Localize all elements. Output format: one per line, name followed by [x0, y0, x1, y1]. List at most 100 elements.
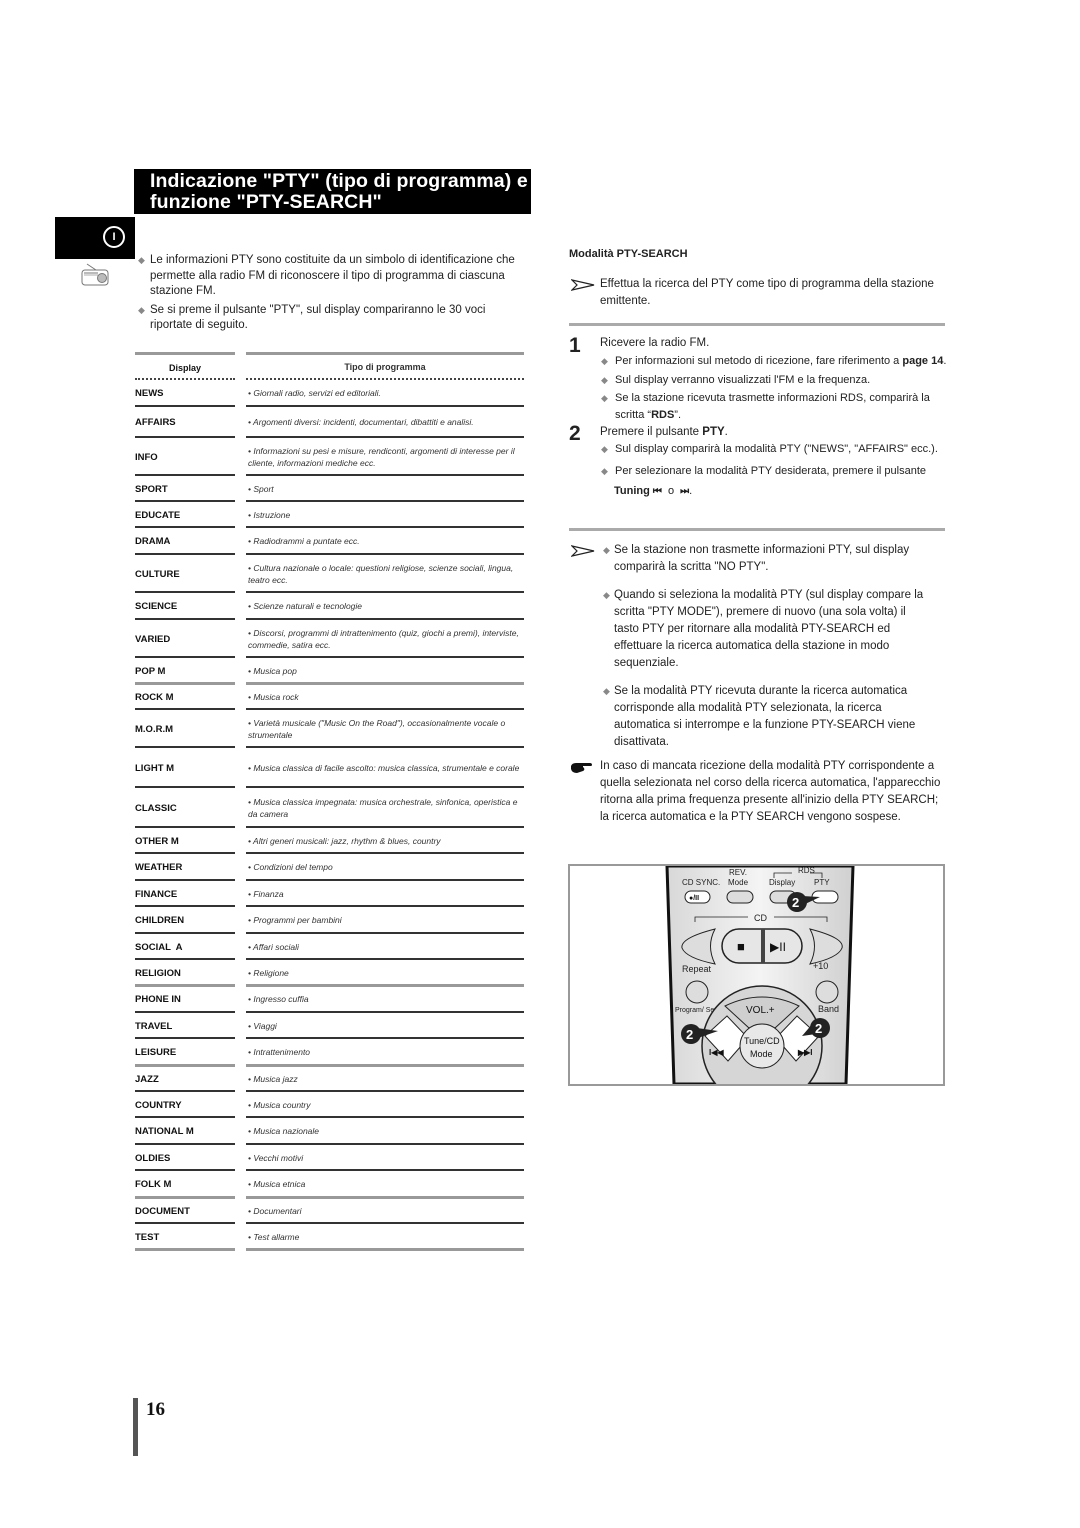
tuning-label: Tuning [614, 485, 650, 497]
table-row: TRAVEL • Viaggi [135, 1013, 524, 1039]
play-pause-icon: ▶II [770, 940, 786, 954]
rev-mode-button[interactable] [726, 890, 754, 904]
table-row: SOCIAL A • Affari sociali [135, 934, 524, 960]
cd-label: CD [754, 913, 767, 923]
step-1: Ricevere la radio FM. ◆ Per informazioni… [600, 335, 950, 423]
display-code: FOLK M [135, 1179, 172, 1190]
program-type: • Informazioni su pesi e misure, rendico… [248, 445, 515, 469]
program-set-label: Program/ Set [675, 1007, 716, 1014]
arrow-note-icon [571, 279, 595, 291]
table-row: DRAMA • Radiodrammi a puntate ecc. [135, 528, 524, 555]
display-code: SPORT [135, 483, 168, 495]
table-row: JAZZ • Musica jazz [135, 1066, 524, 1092]
language-label: I [103, 226, 125, 248]
stop-play-buttons[interactable]: ■ ▶II [721, 928, 803, 964]
header-display: Display [168, 362, 201, 373]
arrow-note-icon [571, 545, 595, 557]
program-type: • Finanza [248, 888, 284, 899]
table-row: SCIENCE • Scienze naturali e tecnologie [135, 593, 524, 620]
repeat-label: Repeat [682, 964, 712, 974]
step-title: Premere il pulsante PTY. [600, 426, 728, 438]
program-type: • Musica country [248, 1099, 311, 1110]
display-code: CLASSIC [135, 802, 177, 814]
step-bullet: ◆ Sul display comparirà la modalità PTY … [599, 441, 945, 458]
display-code: VARIED [135, 633, 171, 645]
tuning-instruction: Tuning ⏮ o ⏭. [614, 485, 693, 497]
table-row: SPORT • Sport [135, 476, 524, 502]
display-code: LEISURE [135, 1047, 177, 1058]
svg-text:Mode: Mode [750, 1049, 773, 1059]
cd-sync-button[interactable]: ●/II [684, 890, 711, 904]
page-link[interactable]: page 14 [902, 355, 943, 367]
table-row: EDUCATE • Istruzione [135, 502, 524, 528]
diamond-bullet-icon: ◆ [601, 374, 608, 385]
display-code: TRAVEL [135, 1020, 173, 1032]
program-type: • Intrattenimento [248, 1047, 311, 1058]
diamond-bullet-icon: ◆ [601, 356, 608, 366]
display-code: COUNTRY [135, 1099, 182, 1111]
program-set-button[interactable] [685, 980, 709, 1004]
program-type: • Musica classica impegnata: musica orch… [248, 796, 518, 820]
table-row: TEST • Test allarme [135, 1224, 524, 1251]
mode-label: Mode [728, 878, 749, 887]
svg-text:●/II: ●/II [689, 895, 699, 902]
remote-control-illustration: CD SYNC. REV. Mode RDS Display PTY ●/II … [665, 866, 855, 1084]
intro-text: ◆ Le informazioni PTY sono costituite da… [138, 253, 528, 337]
diamond-bullet-icon: ◆ [138, 255, 145, 265]
display-code: PHONE IN [135, 994, 181, 1005]
table-row: CHILDREN • Programmi per bambini [135, 907, 524, 934]
table-row: RELIGION • Religione [135, 960, 524, 987]
program-type: • Religione [248, 967, 289, 978]
table-row: INFO • Informazioni su pesi e misure, ren… [135, 438, 524, 476]
svg-text:2: 2 [792, 895, 799, 910]
step-bullet: ◆ Se la stazione ricevuta trasmette info… [601, 392, 930, 421]
display-code: SOCIAL A [135, 941, 183, 953]
diamond-bullet-icon: ◆ [603, 590, 610, 600]
diamond-bullet-icon: ◆ [603, 686, 610, 696]
table-row: AFFAIRS • Argomenti diversi: incidenti, d… [135, 407, 524, 438]
title-banner: Indicazione "PTY" (tipo di programma) e … [134, 169, 531, 214]
step-bullet: ◆ Per selezionare la modalità PTY deside… [599, 463, 945, 480]
divider [569, 323, 945, 326]
display-code: DRAMA [135, 536, 171, 547]
program-type: • Musica rock [248, 691, 299, 702]
page-title-line-2: funzione "PTY-SEARCH" [150, 191, 382, 213]
table-header: Display Tipo di programma [135, 352, 524, 380]
table-row: NATIONAL M • Musica nazionale [135, 1118, 524, 1145]
table-row: CLASSIC • Musica classica impegnata: musi… [135, 788, 524, 828]
svg-text:Tune/CD: Tune/CD [744, 1036, 780, 1046]
diamond-bullet-icon: ◆ [601, 393, 608, 403]
display-code: CHILDREN [135, 915, 185, 926]
remote-control-figure: CD SYNC. REV. Mode RDS Display PTY ●/II … [568, 864, 945, 1086]
svg-text:2: 2 [815, 1021, 822, 1036]
skip-back-icon: ⏮ [652, 486, 662, 497]
diamond-bullet-icon: ◆ [601, 465, 608, 476]
cd-sync-label: CD SYNC. [682, 878, 720, 887]
table-row: LEISURE • Intrattenimento [135, 1039, 524, 1067]
table-row: OLDIES • Vecchi motivi [135, 1145, 524, 1171]
diamond-bullet-icon: ◆ [601, 444, 608, 454]
page-number: 16 [146, 1399, 165, 1420]
program-type: • Altri generi musicali: jazz, rhythm & … [248, 835, 441, 846]
program-type: • Discorsi, programmi di intrattenimento… [248, 627, 519, 651]
skip-forward-icon: ▶▶I [797, 1048, 813, 1057]
notes: ◆ Se la stazione non trasmette informazi… [569, 542, 929, 751]
table-row: LIGHT M • Musica classica di facile ascol… [135, 748, 524, 788]
pty-table: Display Tipo di programma NEWS • Giornali… [135, 352, 524, 1251]
step-number: 1 [569, 334, 581, 357]
band-label: Band [818, 1004, 839, 1014]
page-number-bar [133, 1398, 138, 1456]
program-type: • Argomenti diversi: incidenti, document… [248, 417, 474, 428]
radio-icon [81, 263, 109, 286]
band-button[interactable] [815, 980, 839, 1004]
display-code: NATIONAL M [135, 1126, 194, 1137]
program-type: • Istruzione [248, 509, 291, 520]
pty-search-note: Effettua la ricerca del PTY come tipo di… [569, 276, 945, 310]
table-row: NEWS • Giornali radio, servizi ed editori… [135, 380, 524, 407]
hand-note: In caso di mancata ricezione della modal… [569, 758, 945, 826]
display-code: RELIGION [135, 967, 181, 979]
program-type: • Programmi per bambini [248, 915, 342, 926]
display-code: EDUCATE [135, 509, 181, 521]
tune-cd-mode-button[interactable]: Tune/CD Mode [739, 1023, 785, 1069]
diamond-bullet-icon: ◆ [603, 545, 610, 555]
